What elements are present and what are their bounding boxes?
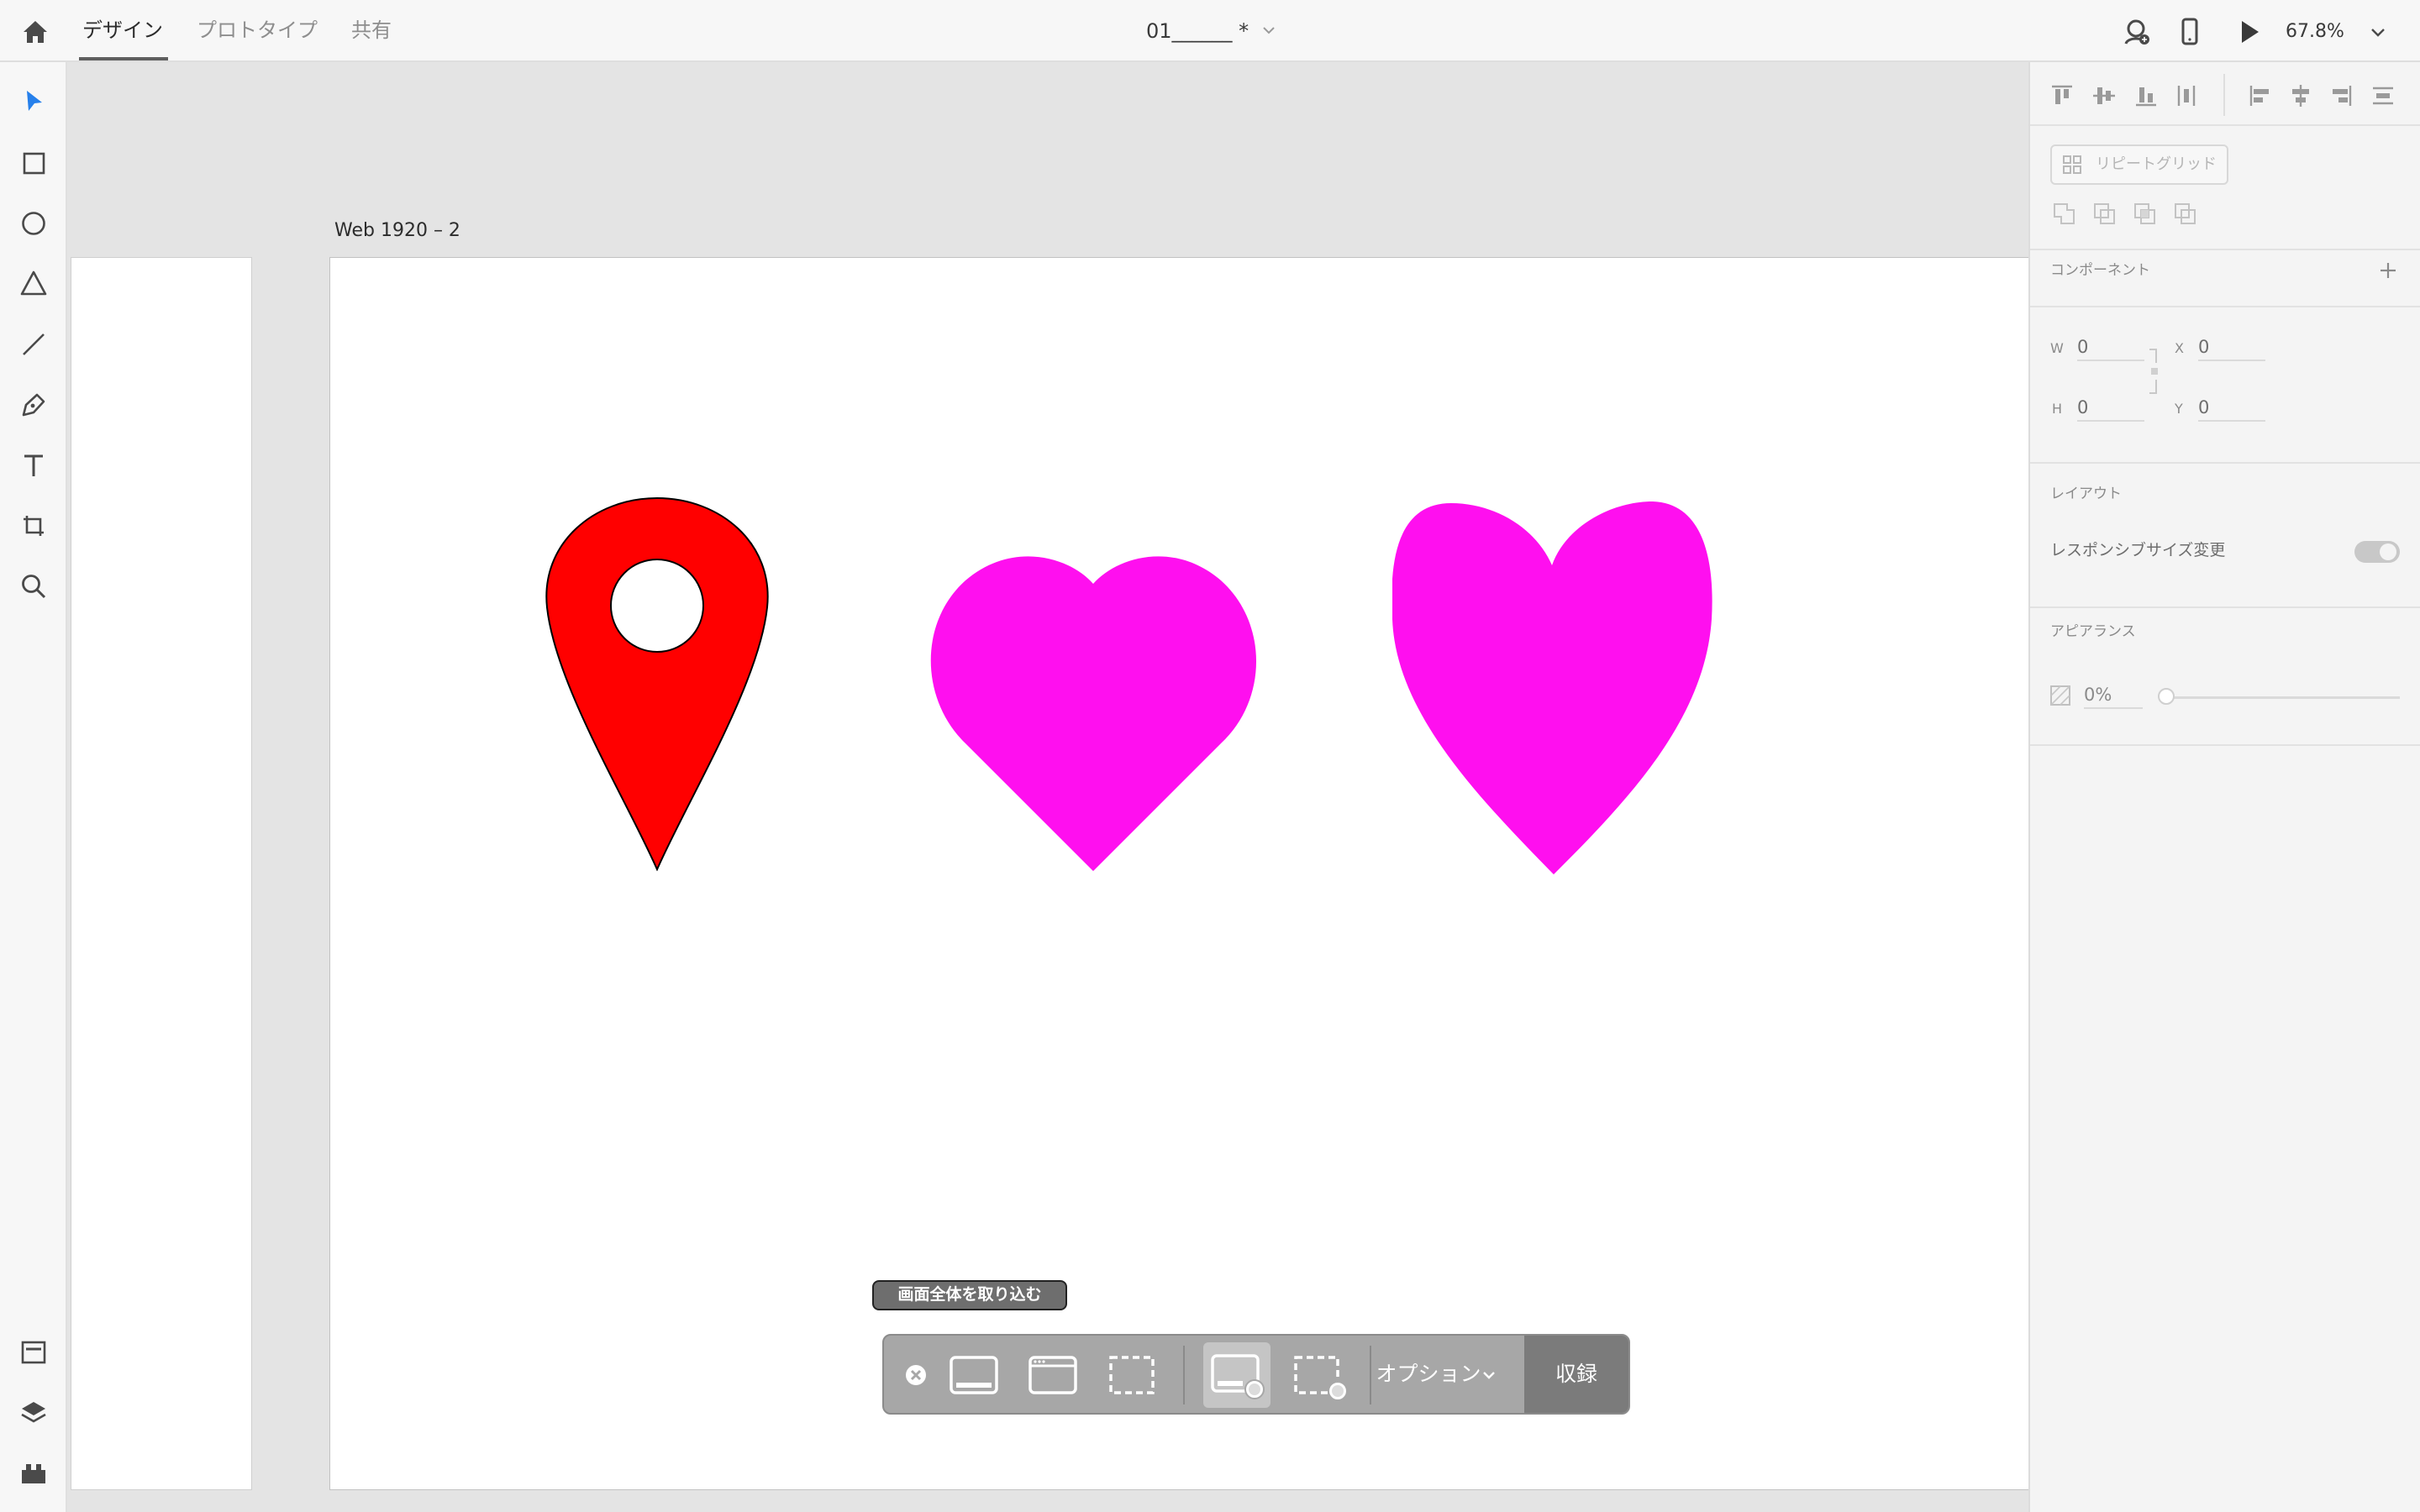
x-field[interactable]: 0 xyxy=(2198,334,2265,361)
capture-toolbar: オプション 収録 xyxy=(882,1334,1630,1415)
capture-entire-screen-icon[interactable] xyxy=(944,1346,1003,1404)
height-field[interactable]: 0 xyxy=(2077,395,2144,422)
width-field[interactable]: 0 xyxy=(2077,334,2144,361)
record-selection-icon[interactable] xyxy=(1289,1346,1349,1404)
panel-divider xyxy=(2030,462,2420,464)
share-user-icon[interactable] xyxy=(2119,15,2153,49)
align-right-icon[interactable] xyxy=(2326,81,2356,111)
heart-shape-1[interactable] xyxy=(920,555,1265,873)
select-icon[interactable] xyxy=(15,84,52,121)
heart-shape-2[interactable] xyxy=(1392,501,1715,876)
align-bottom-icon[interactable] xyxy=(2131,81,2161,111)
toolbar-divider xyxy=(1370,1346,1371,1404)
options-label: オプション xyxy=(1376,1362,1481,1386)
section-title-layout: レイアウト xyxy=(2050,486,2122,502)
section-title-component: コンポーネント xyxy=(2050,262,2150,279)
design-canvas[interactable]: Web 1920 – 2 画面全体を取り込む オプション 収録 xyxy=(67,62,2030,1512)
toggle-knob xyxy=(2380,543,2396,560)
line-icon[interactable] xyxy=(15,326,52,363)
record-entire-screen-icon xyxy=(1211,1354,1265,1399)
tab-share[interactable]: 共有 xyxy=(351,13,392,47)
distribute-horizontal-icon[interactable] xyxy=(2171,81,2202,111)
boolean-subtract-icon[interactable] xyxy=(2091,200,2119,228)
distribute-vertical-icon[interactable] xyxy=(2368,81,2398,111)
align-middle-icon[interactable] xyxy=(2089,81,2119,111)
top-bar: デザイン プロトタイプ 共有 01______ * 67.8% xyxy=(0,0,2420,62)
panel-divider xyxy=(2030,606,2420,608)
chevron-down-icon[interactable] xyxy=(2368,22,2388,42)
boolean-exclude-icon[interactable] xyxy=(2171,200,2200,228)
repeat-grid-icon xyxy=(2063,155,2081,174)
align-top-icon[interactable] xyxy=(2047,81,2077,111)
record-button[interactable]: 収録 xyxy=(1524,1336,1628,1413)
toolbar-divider xyxy=(1183,1346,1185,1404)
opacity-field[interactable]: 0% xyxy=(2084,682,2143,709)
play-icon[interactable] xyxy=(2232,15,2265,49)
add-component-icon[interactable] xyxy=(2375,257,2402,284)
active-tab-indicator xyxy=(79,57,168,60)
record-entire-screen-button[interactable] xyxy=(1203,1342,1270,1408)
y-field[interactable]: 0 xyxy=(2198,395,2265,422)
responsive-resize-label: レスポンシブサイズ変更 xyxy=(2050,541,2226,559)
panel-divider xyxy=(2030,249,2420,250)
chevron-down-icon[interactable] xyxy=(1259,20,1279,40)
lock-proportions-icon[interactable] xyxy=(2148,348,2160,395)
repeat-grid-label: リピートグリッド xyxy=(2096,155,2217,173)
text-icon[interactable] xyxy=(15,447,52,484)
home-icon xyxy=(24,21,47,43)
plugins-icon[interactable] xyxy=(15,1455,52,1492)
rectangle-icon[interactable] xyxy=(15,144,52,181)
options-button[interactable]: オプション xyxy=(1373,1336,1499,1413)
artboard-icon[interactable] xyxy=(15,507,52,544)
capture-tooltip: 画面全体を取り込む xyxy=(872,1280,1067,1310)
y-label: Y xyxy=(2175,401,2183,417)
chevron-down-icon xyxy=(1482,1372,1495,1379)
side-artboard[interactable] xyxy=(71,257,252,1490)
section-title-appearance: アピアランス xyxy=(2050,623,2136,640)
zoom-icon[interactable] xyxy=(15,568,52,605)
boolean-intersect-icon[interactable] xyxy=(2131,200,2160,228)
height-label: H xyxy=(2052,401,2063,417)
width-label: W xyxy=(2050,340,2064,356)
panel-divider xyxy=(2030,306,2420,307)
x-label: X xyxy=(2175,340,2184,356)
property-inspector: リピートグリッド コンポーネント W 0 X 0 H 0 Y 0 レイアウト レ… xyxy=(2028,62,2420,1512)
capture-selection-icon[interactable] xyxy=(1102,1346,1161,1404)
document-title[interactable]: 01______ * xyxy=(1146,15,1249,47)
opacity-slider-handle[interactable] xyxy=(2158,688,2175,705)
document-assets-icon[interactable] xyxy=(15,1334,52,1371)
boolean-add-icon[interactable] xyxy=(2050,200,2079,228)
ellipse-icon[interactable] xyxy=(15,205,52,242)
align-center-icon[interactable] xyxy=(2286,81,2316,111)
close-icon[interactable] xyxy=(899,1346,933,1404)
artboard[interactable] xyxy=(329,257,2030,1490)
align-left-icon[interactable] xyxy=(2245,81,2275,111)
map-pin-shape[interactable] xyxy=(545,496,769,871)
panel-divider xyxy=(2030,744,2420,746)
opacity-icon xyxy=(2050,685,2070,706)
panel-divider xyxy=(2223,74,2225,116)
zoom-level[interactable]: 67.8% xyxy=(2286,17,2344,47)
artboard-label[interactable]: Web 1920 – 2 xyxy=(334,218,460,244)
responsive-resize-toggle[interactable] xyxy=(2354,541,2400,563)
capture-window-icon[interactable] xyxy=(1023,1346,1082,1404)
tab-prototype[interactable]: プロトタイプ xyxy=(197,13,318,47)
home-button[interactable] xyxy=(17,13,54,50)
pen-icon[interactable] xyxy=(15,386,52,423)
panel-divider xyxy=(2030,124,2420,126)
opacity-slider[interactable] xyxy=(2163,696,2400,699)
layers-icon[interactable] xyxy=(15,1394,52,1431)
tab-design[interactable]: デザイン xyxy=(82,13,163,47)
repeat-grid-button[interactable]: リピートグリッド xyxy=(2050,144,2228,185)
polygon-icon[interactable] xyxy=(15,265,52,302)
device-preview-icon[interactable] xyxy=(2173,15,2207,49)
left-toolbar xyxy=(0,62,67,1512)
